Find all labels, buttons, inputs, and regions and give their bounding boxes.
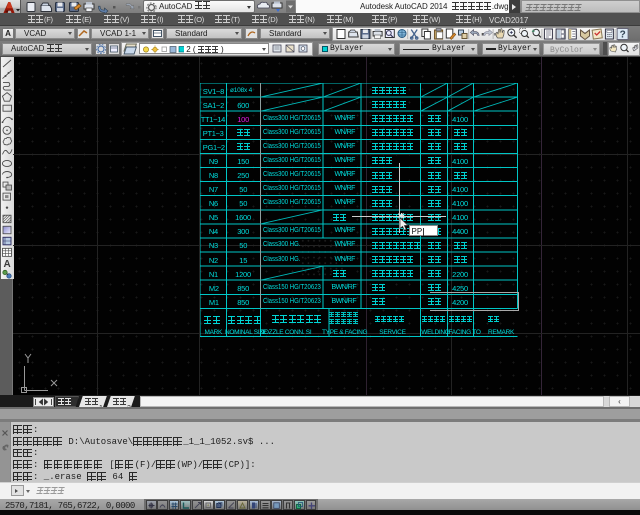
svg-text:?: ? [620, 29, 626, 40]
svg-text:A: A [4, 259, 11, 270]
